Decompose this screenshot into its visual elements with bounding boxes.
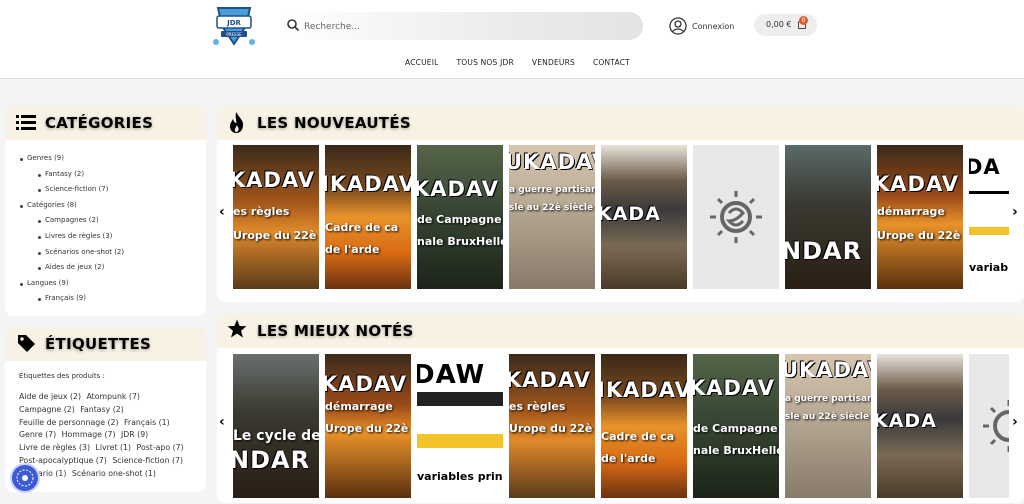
login-link[interactable]: Connexion: [669, 16, 734, 36]
top-rated-header: LES MIEUX NOTÉS: [217, 314, 1024, 348]
tag-link[interactable]: Français (1): [124, 418, 170, 427]
product-cover[interactable]: IKADAV Cadre de ca de l'arde: [601, 354, 687, 498]
nav-contact[interactable]: CONTACT: [593, 58, 630, 67]
category-list: Genres (9) Fantasy (2) Science-fiction (…: [19, 151, 124, 307]
tag-link[interactable]: Science-fiction (7): [112, 456, 183, 465]
product-cover[interactable]: KADAV démarrage Urope du 22è s: [325, 354, 411, 498]
logo-text: JDR: [226, 19, 241, 27]
product-cover[interactable]: KADAV es règles Urope du 22è s: [509, 354, 595, 498]
tag-icon: [18, 335, 35, 352]
product-cover[interactable]: NDAR: [785, 145, 871, 289]
cart-amount: 0,00 €: [766, 20, 792, 29]
product-cover[interactable]: KADAV de Campagne nale BruxHelle: [693, 354, 779, 498]
sun-logo-icon: [710, 191, 762, 243]
categories-title: CATÉGORIES: [45, 114, 154, 132]
product-cover[interactable]: IKADAV Cadre de ca de l'arde: [325, 145, 411, 289]
new-products-carousel: KADAV es règles Urope du 22è s IKADAV Ca…: [233, 145, 1023, 295]
product-cover[interactable]: KADAV démarrage Urope du 22è s: [877, 145, 963, 289]
tag-link[interactable]: Post-apocalyptique (7): [19, 456, 107, 465]
product-cover[interactable]: UKADAV a guerre partisane sle au 22è siè…: [509, 145, 595, 289]
tag-link[interactable]: Aide de jeux (2): [19, 392, 81, 401]
tag-link[interactable]: Scénario one-shot (1): [72, 469, 156, 478]
tag-link[interactable]: Post-apo (7): [137, 443, 184, 452]
tags-title: ÉTIQUETTES: [45, 335, 152, 353]
category-item[interactable]: Catégories (8): [19, 198, 124, 214]
categories-widget: CATÉGORIES Genres (9) Fantasy (2) Scienc…: [5, 106, 206, 316]
fire-icon: [230, 112, 244, 133]
tags-label: Étiquettes des produits :: [19, 372, 105, 380]
product-cover[interactable]: DAW variables prin: [417, 354, 503, 498]
search-input[interactable]: [302, 17, 626, 37]
category-item[interactable]: Genres (9): [19, 151, 124, 167]
tags-widget: ÉTIQUETTES Étiquettes des produits : Aid…: [5, 327, 206, 492]
product-cover[interactable]: [693, 145, 779, 289]
category-item[interactable]: Français (9): [19, 291, 124, 307]
product-cover[interactable]: KADAV es règles Urope du 22è s: [233, 145, 319, 289]
top-rated-section: LES MIEUX NOTÉS ‹ › Le cycle de NDAR KAD…: [217, 314, 1024, 503]
new-products-header: LES NOUVEAUTÉS: [217, 106, 1024, 140]
tag-link[interactable]: Fantasy (2): [80, 405, 124, 414]
tag-link[interactable]: Atompunk (7): [86, 392, 140, 401]
category-item[interactable]: Fantasy (2): [19, 167, 124, 183]
product-cover[interactable]: Le cycle de NDAR: [233, 354, 319, 498]
category-item[interactable]: Scénarios one-shot (2): [19, 245, 124, 261]
login-label: Connexion: [692, 21, 735, 31]
tag-link[interactable]: Campagne (2): [19, 405, 75, 414]
tag-link[interactable]: JDR (9): [121, 430, 148, 439]
site-logo[interactable]: JDR PRESSE: [212, 4, 256, 48]
logo-subtext: PRESSE: [226, 32, 242, 37]
tag-link[interactable]: Livret (1): [95, 443, 131, 452]
search-icon: [287, 19, 300, 32]
accessibility-button[interactable]: [12, 465, 38, 491]
product-cover[interactable]: KADA: [877, 354, 963, 498]
tag-link[interactable]: Hommage (7): [62, 430, 116, 439]
tag-link[interactable]: Genre (7): [19, 430, 56, 439]
nav-tous-nos-jdr[interactable]: TOUS NOS JDR: [457, 58, 514, 67]
categories-header: CATÉGORIES: [5, 106, 206, 140]
new-products-section: LES NOUVEAUTÉS ‹ › KADAV es règles Urope…: [217, 106, 1024, 302]
tags-header: ÉTIQUETTES: [5, 327, 206, 361]
category-item[interactable]: Science-fiction (7): [19, 182, 124, 198]
accessibility-icon: [16, 469, 34, 487]
carousel-prev-icon[interactable]: ‹: [219, 414, 225, 430]
nav-vendeurs[interactable]: VENDEURS: [532, 58, 575, 67]
top-rated-title: LES MIEUX NOTÉS: [257, 322, 414, 340]
category-item[interactable]: Aides de jeux (2): [19, 260, 124, 276]
product-cover[interactable]: [969, 354, 1009, 498]
product-cover[interactable]: KADAV de Campagne nale BruxHelle: [417, 145, 503, 289]
top-rated-carousel: Le cycle de NDAR KADAV démarrage Urope d…: [233, 354, 1023, 504]
product-cover[interactable]: DA variab: [969, 145, 1009, 289]
category-item[interactable]: Campagnes (2): [19, 213, 124, 229]
new-products-title: LES NOUVEAUTÉS: [257, 114, 411, 132]
carousel-prev-icon[interactable]: ‹: [219, 204, 225, 220]
user-icon: [669, 17, 687, 35]
tag-cloud: Aide de jeux (2) Atompunk (7) Campagne (…: [19, 391, 204, 481]
main-nav: ACCUEIL TOUS NOS JDR VENDEURS CONTACT: [405, 58, 630, 67]
cart-button[interactable]: 0,00 € 0: [754, 14, 817, 36]
list-icon: [16, 115, 36, 130]
site-header: JDR PRESSE Connexion 0,00 € 0 ACCUEIL TO…: [0, 0, 1024, 79]
product-cover[interactable]: UKADAV a guerre partisane sle au 22è siè…: [785, 354, 871, 498]
search-bar[interactable]: [280, 12, 643, 40]
star-icon: [227, 319, 247, 338]
product-cover[interactable]: KADA: [601, 145, 687, 289]
category-item[interactable]: Langues (9): [19, 276, 124, 292]
nav-accueil[interactable]: ACCUEIL: [405, 58, 439, 67]
tag-link[interactable]: Livre de règles (3): [19, 443, 90, 452]
sun-logo-icon: [983, 400, 1009, 452]
cart-count-badge: 0: [799, 16, 808, 25]
category-item[interactable]: Livres de règles (3): [19, 229, 124, 245]
tag-link[interactable]: Feuille de personnage (2): [19, 418, 119, 427]
